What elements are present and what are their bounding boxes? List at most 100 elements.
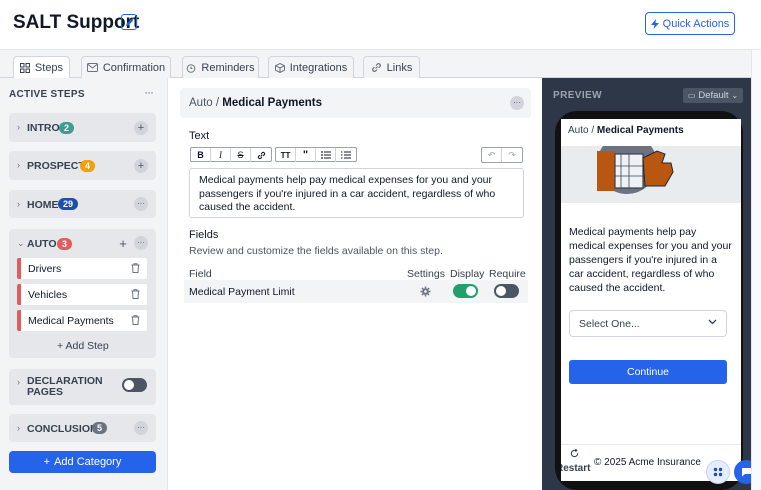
link-button[interactable]: [251, 148, 271, 162]
undo-button[interactable]: ↶: [482, 148, 502, 162]
sidebar-more-icon[interactable]: ···: [144, 85, 154, 99]
bolt-icon: [650, 18, 659, 29]
preview-breadcrumb: Auto / Medical Payments: [568, 125, 684, 136]
phone-screen: Auto / Medical Payments Medical payments…: [561, 119, 741, 481]
numbered-list-icon: [341, 151, 351, 159]
count-badge: 29: [58, 198, 79, 210]
tab-integrations-label: Integrations: [289, 61, 348, 74]
restart-button[interactable]: Restart: [561, 463, 590, 474]
link-icon: [371, 62, 382, 73]
edit-title-button[interactable]: [121, 14, 137, 30]
add-category-label: Add Category: [54, 456, 122, 468]
device-select-value: Default: [698, 90, 729, 101]
sidebar-title: ACTIVE STEPS: [9, 89, 85, 100]
more-icon[interactable]: ···: [510, 96, 524, 110]
bullet-list-button[interactable]: [316, 148, 336, 162]
breadcrumb-parent[interactable]: Auto /: [189, 97, 219, 109]
display-toggle[interactable]: [453, 284, 478, 298]
preview-continue-button[interactable]: Continue: [569, 360, 727, 384]
preview-breadcrumb-current: Medical Payments: [596, 125, 684, 136]
apps-button[interactable]: [706, 460, 730, 484]
category-declaration-pages[interactable]: › DECLARATION PAGES: [9, 369, 156, 405]
require-toggle[interactable]: [494, 284, 519, 298]
chat-icon: [741, 467, 752, 477]
rich-text-toolbar: B I S TT ": [190, 147, 360, 162]
column-display: Display: [450, 268, 485, 280]
preview-breadcrumb-parent: Auto /: [568, 125, 595, 136]
cube-icon: [274, 62, 285, 73]
more-icon[interactable]: ···: [134, 236, 148, 250]
quick-actions-button[interactable]: Quick Actions: [645, 12, 735, 35]
numbered-list-button[interactable]: [336, 148, 356, 162]
text-label: Text: [189, 130, 210, 142]
count-badge: 3: [57, 238, 73, 250]
link-icon: [257, 151, 266, 160]
chevron-right-icon: ›: [17, 122, 20, 132]
strikethrough-button[interactable]: S: [231, 148, 251, 162]
restart-icon: [570, 449, 579, 458]
add-icon[interactable]: +: [116, 236, 130, 250]
step-item[interactable]: Drivers: [17, 258, 147, 279]
quote-button[interactable]: ": [296, 148, 316, 162]
step-label: Medical Payments: [28, 314, 114, 327]
tab-steps[interactable]: Steps: [13, 56, 70, 79]
category-intro[interactable]: › INTRO 2 +: [9, 113, 156, 142]
trash-icon[interactable]: [131, 263, 140, 273]
category-conclusion[interactable]: › CONCLUSION 5 ···: [9, 414, 156, 442]
breadcrumb-current: Medical Payments: [222, 97, 322, 109]
monitor-icon: ▭: [687, 91, 696, 100]
mail-icon: [86, 63, 98, 72]
redo-button[interactable]: ↷: [502, 148, 522, 162]
add-icon[interactable]: +: [134, 159, 148, 173]
chevron-right-icon: ›: [17, 377, 20, 387]
tab-confirmation[interactable]: Confirmation: [81, 56, 171, 78]
declaration-toggle[interactable]: [122, 378, 147, 392]
bullet-list-icon: [320, 151, 331, 159]
trash-icon[interactable]: [131, 289, 140, 299]
heading-button[interactable]: TT: [276, 148, 296, 162]
step-editor: Auto / Medical Payments ··· Text B I S T…: [169, 78, 542, 490]
tab-confirmation-label: Confirmation: [102, 61, 166, 74]
field-row: Medical Payment Limit: [184, 280, 528, 303]
tab-integrations[interactable]: Integrations: [268, 56, 354, 78]
chevron-down-icon[interactable]: ⌄: [17, 238, 25, 249]
preview-body: Medical payments help pay medical expens…: [569, 226, 732, 294]
step-text-editor[interactable]: Medical payments help pay medical expens…: [189, 168, 524, 218]
tab-links[interactable]: Links: [363, 56, 420, 78]
column-field: Field: [189, 268, 212, 280]
plus-icon: +: [43, 456, 51, 468]
step-item[interactable]: Medical Payments: [17, 310, 147, 331]
chevron-down-icon: ⌄: [731, 91, 739, 100]
category-label: INTRO: [27, 122, 60, 134]
preview-title: PREVIEW: [553, 90, 602, 101]
more-icon[interactable]: ···: [134, 421, 148, 435]
preview-select[interactable]: Select One...: [569, 310, 727, 337]
add-category-button[interactable]: + Add Category: [9, 451, 156, 473]
page-scrollbar[interactable]: [751, 50, 761, 490]
tab-reminders[interactable]: Reminders: [182, 56, 259, 78]
add-step-button[interactable]: + Add Step: [57, 340, 109, 352]
category-label: DECLARATION PAGES: [27, 375, 103, 398]
tab-links-label: Links: [386, 61, 413, 74]
bold-button[interactable]: B: [191, 148, 211, 162]
hero-illustration: [561, 146, 741, 203]
gear-icon[interactable]: [420, 286, 431, 297]
step-item[interactable]: Vehicles: [17, 284, 147, 305]
category-home[interactable]: › HOME 29 ···: [9, 190, 156, 218]
italic-button[interactable]: I: [211, 148, 231, 162]
steps-sidebar: ACTIVE STEPS ··· › INTRO 2 + › PROSPECT …: [0, 78, 168, 490]
trash-icon[interactable]: [131, 315, 140, 325]
add-icon[interactable]: +: [134, 121, 148, 135]
chevron-right-icon: ›: [17, 423, 20, 433]
count-badge: 2: [59, 122, 75, 134]
quick-actions-label: Quick Actions: [662, 17, 730, 30]
fields-description: Review and customize the fields availabl…: [189, 245, 443, 257]
preview-select-value: Select One...: [579, 317, 640, 330]
device-select[interactable]: ▭ Default ⌄: [683, 88, 743, 103]
tab-bar: Steps Confirmation Reminders Integration…: [0, 50, 761, 79]
category-prospect[interactable]: › PROSPECT 4 +: [9, 151, 156, 180]
tab-reminders-label: Reminders: [201, 61, 255, 74]
more-icon[interactable]: ···: [134, 197, 148, 211]
chevron-right-icon: ›: [17, 199, 20, 209]
alarm-icon: [186, 63, 196, 73]
